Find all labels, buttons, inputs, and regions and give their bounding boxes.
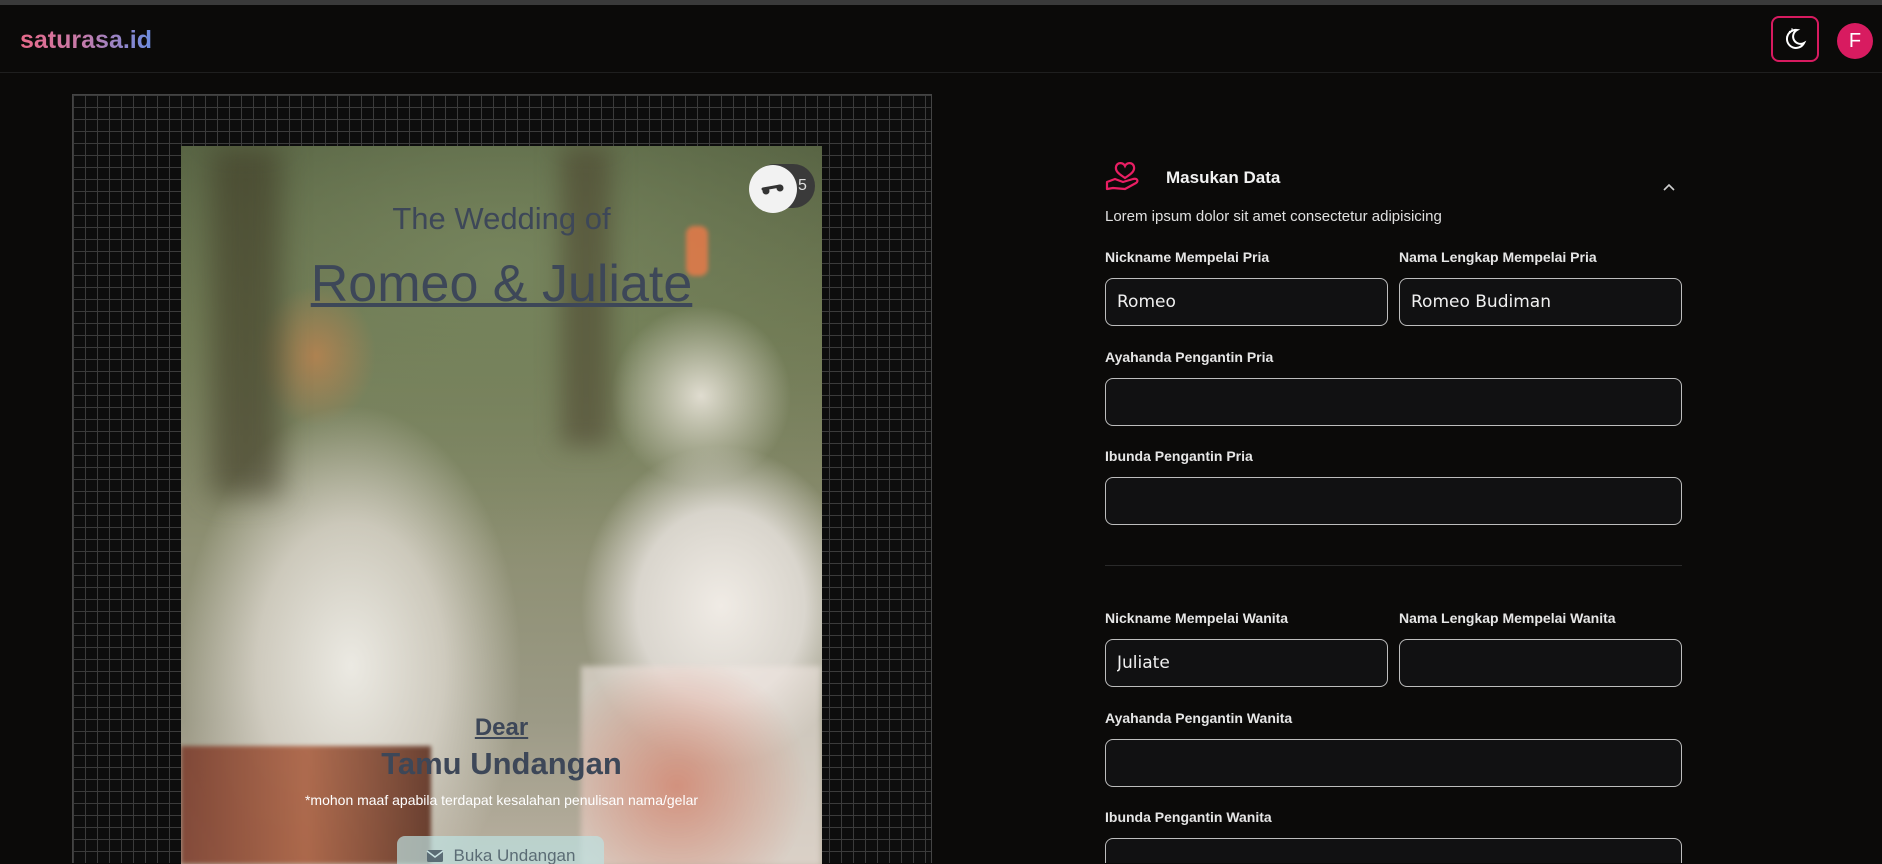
open-invitation-label: Buka Undangan <box>453 846 576 864</box>
groom-nickname-label: Nickname Mempelai Pria <box>1105 249 1270 265</box>
user-avatar[interactable]: F <box>1837 23 1873 59</box>
bride-mother-input[interactable] <box>1105 838 1682 863</box>
groom-nickname-input[interactable] <box>1105 278 1388 326</box>
invitation-preview-card: The Wedding of Romeo & Juliate Dear Tamu… <box>181 146 822 864</box>
moon-stars-icon <box>1785 28 1807 49</box>
wedding-of-title: The Wedding of <box>392 201 611 236</box>
groom-father-input[interactable] <box>1105 378 1682 426</box>
music-toggle-button[interactable] <box>749 165 797 213</box>
groom-mother-label: Ibunda Pengantin Pria <box>1105 448 1253 464</box>
music-off-icon <box>761 184 784 195</box>
groom-fullname-label: Nama Lengkap Mempelai Pria <box>1399 249 1597 265</box>
app-header: saturasa.id F <box>0 5 1882 73</box>
apology-note: *mohon maaf apabila terdapat kesalahan p… <box>304 792 699 808</box>
preview-canvas: The Wedding of Romeo & Juliate Dear Tamu… <box>72 94 932 864</box>
guest-name: Tamu Undangan <box>381 746 622 781</box>
groom-father-label: Ayahanda Pengantin Pria <box>1105 349 1274 365</box>
brand-logo[interactable]: saturasa.id <box>20 26 152 55</box>
open-invitation-button[interactable]: Buka Undangan <box>397 836 604 864</box>
bride-father-label: Ayahanda Pengantin Wanita <box>1105 710 1293 726</box>
photo-background <box>211 146 281 496</box>
data-entry-form: Masukan Data Lorem ipsum dolor sit amet … <box>1105 158 1682 863</box>
bride-fullname-input[interactable] <box>1399 639 1682 687</box>
bride-mother-label: Ibunda Pengantin Wanita <box>1105 809 1272 825</box>
music-counter: 5 <box>798 177 807 194</box>
bride-nickname-input[interactable] <box>1105 639 1388 687</box>
section-title: Masukan Data <box>1166 168 1281 187</box>
couple-names: Romeo & Juliate <box>310 255 693 313</box>
groom-mother-input[interactable] <box>1105 477 1682 525</box>
theme-toggle-button[interactable] <box>1771 16 1819 62</box>
section-divider <box>1105 565 1682 566</box>
section-header[interactable]: Masukan Data <box>1105 158 1682 198</box>
bride-nickname-label: Nickname Mempelai Wanita <box>1105 610 1289 626</box>
bride-fullname-label: Nama Lengkap Mempelai Wanita <box>1399 610 1616 626</box>
dear-label: Dear <box>474 714 529 741</box>
hand-heart-icon <box>1105 162 1139 191</box>
envelope-icon <box>426 850 443 862</box>
bride-father-input[interactable] <box>1105 739 1682 787</box>
section-description: Lorem ipsum dolor sit amet consectetur a… <box>1105 208 1442 225</box>
chevron-up-icon[interactable] <box>1662 182 1676 192</box>
groom-fullname-input[interactable] <box>1399 278 1682 326</box>
